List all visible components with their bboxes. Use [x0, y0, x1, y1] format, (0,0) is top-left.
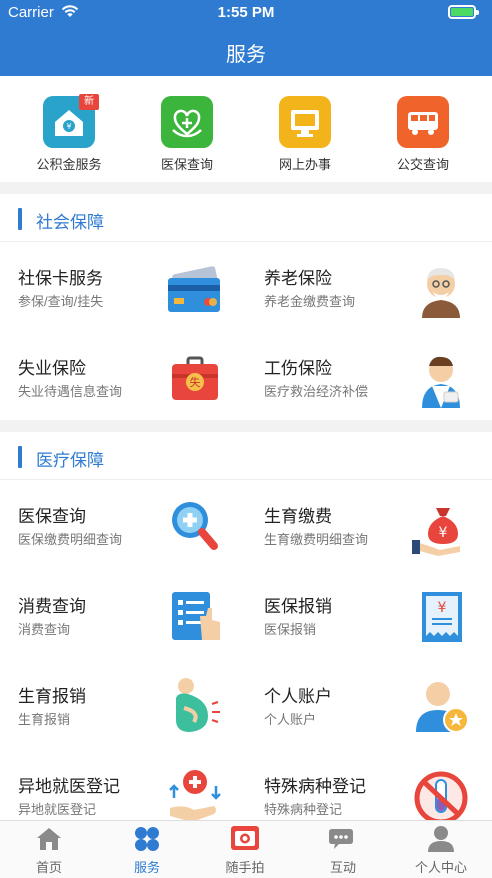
app-header: Carrier 1:55 PM 服务: [0, 0, 492, 76]
social-card-service[interactable]: 社保卡服务 参保/查询/挂失: [0, 242, 246, 332]
item-title: 医保查询: [18, 507, 86, 526]
item-title: 失业保险: [18, 359, 86, 378]
social-work-injury[interactable]: 工伤保险 医疗救治经济补偿: [246, 332, 492, 422]
item-subtitle: 医保缴费明细查询: [18, 532, 123, 547]
quick-online-affairs[interactable]: 网上办事: [260, 96, 350, 173]
housing-fund-icon: ¥ 新: [43, 94, 99, 148]
item-title: 个人账户: [264, 687, 332, 706]
tab-label: 个人中心: [414, 860, 467, 875]
status-bar: Carrier 1:55 PM: [0, 0, 492, 24]
quick-bus[interactable]: 公交查询: [378, 96, 468, 173]
item-title: 养老保险: [264, 269, 332, 288]
services-icon: [133, 825, 161, 853]
money-glyph: ¥: [439, 525, 448, 541]
item-subtitle: 个人账户: [264, 712, 317, 727]
injured-worker-icon: [410, 348, 472, 408]
item-subtitle: 生育报销: [18, 712, 71, 727]
tab-services[interactable]: 服务: [98, 825, 196, 876]
online-affairs-icon: [279, 96, 331, 148]
elderly-man-icon: [410, 258, 472, 318]
medical-reimbursement[interactable]: 医保报销 医保报销 ¥: [246, 570, 492, 660]
money-bag-icon: ¥: [410, 496, 472, 556]
item-title: 生育缴费: [264, 507, 332, 526]
medical-insurance-icon: [161, 96, 213, 148]
receipt-glyph: ¥: [438, 600, 447, 616]
social-pension[interactable]: 养老保险 养老金缴费查询: [246, 242, 492, 332]
page-title: 服务: [226, 44, 266, 66]
personal-account[interactable]: 个人账户 个人账户: [246, 660, 492, 750]
item-subtitle: 消费查询: [18, 622, 71, 637]
item-title: 消费查询: [18, 597, 86, 616]
receipt-icon: ¥: [410, 586, 472, 646]
tab-profile[interactable]: 个人中心: [392, 825, 490, 876]
bus-icon: [397, 96, 449, 148]
item-title: 生育报销: [18, 687, 86, 706]
quick-housing-fund[interactable]: ¥ 新 公积金服务: [24, 94, 114, 173]
section-header: 医疗保障: [0, 432, 492, 480]
document-hand-icon: [164, 586, 226, 646]
home-icon: [35, 825, 63, 853]
prohibited-tube-icon: [410, 766, 472, 826]
tab-label: 随手拍: [225, 860, 265, 875]
item-subtitle: 异地就医登记: [18, 802, 97, 817]
item-subtitle: 医疗救治经济补偿: [264, 384, 369, 399]
section-accent-bar: [18, 208, 22, 230]
svg-text:¥: ¥: [66, 122, 71, 131]
chat-icon: [329, 825, 357, 853]
briefcase-icon: 失: [164, 348, 226, 408]
social-security-section: 社会保障 社保卡服务 参保/查询/挂失 养老保险 养老金缴费查询 失业保险 失业…: [0, 194, 492, 420]
quick-label: 公交查询: [396, 157, 449, 172]
medical-security-section: 医疗保障 医保查询 医保缴费明细查询 生育缴费 生育缴费明细查询 ¥ 消费查询 …: [0, 432, 492, 825]
item-subtitle: 失业待遇信息查询: [18, 384, 123, 399]
tab-snapshot[interactable]: 随手拍: [196, 825, 294, 876]
section-accent-bar: [18, 446, 22, 468]
item-title: 特殊病种登记: [264, 777, 366, 796]
bank-card-icon: [164, 258, 226, 318]
quick-label: 网上办事: [278, 157, 331, 172]
tab-label: 互动: [329, 860, 356, 875]
section-header: 社会保障: [0, 194, 492, 242]
item-title: 医保报销: [264, 597, 332, 616]
user-star-icon: [410, 676, 472, 736]
medical-transfer-icon: [164, 766, 226, 826]
new-badge: 新: [79, 94, 99, 110]
section-title: 医疗保障: [36, 451, 104, 470]
medical-insurance-query[interactable]: 医保查询 医保缴费明细查询: [0, 480, 246, 570]
section-title: 社会保障: [36, 213, 104, 232]
magnifier-medical-icon: [164, 496, 226, 556]
item-title: 社保卡服务: [18, 269, 103, 288]
item-subtitle: 特殊病种登记: [264, 802, 343, 817]
quick-label: 公积金服务: [36, 157, 102, 172]
item-subtitle: 生育缴费明细查询: [264, 532, 369, 547]
pregnant-icon: [164, 676, 226, 736]
tab-label: 首页: [35, 860, 62, 875]
briefcase-glyph: 失: [190, 376, 201, 389]
maternity-payment[interactable]: 生育缴费 生育缴费明细查询 ¥: [246, 480, 492, 570]
consumption-query[interactable]: 消费查询 消费查询: [0, 570, 246, 660]
maternity-reimbursement[interactable]: 生育报销 生育报销: [0, 660, 246, 750]
item-subtitle: 参保/查询/挂失: [18, 294, 104, 309]
item-title: 工伤保险: [264, 359, 332, 378]
quick-label: 医保查询: [160, 157, 213, 172]
social-unemployment[interactable]: 失业保险 失业待遇信息查询 失: [0, 332, 246, 422]
tab-bar: 首页 服务 随手拍 互动 个人中心: [0, 820, 492, 878]
person-icon: [427, 825, 455, 853]
battery-icon: [448, 5, 479, 19]
item-subtitle: 医保报销: [264, 622, 317, 637]
item-title: 异地就医登记: [18, 777, 120, 796]
camera-icon: [231, 825, 259, 853]
tab-home[interactable]: 首页: [0, 825, 98, 876]
item-subtitle: 养老金缴费查询: [264, 294, 356, 309]
status-time: 1:55 PM: [217, 4, 275, 21]
quick-access-row: ¥ 新 公积金服务 医保查询 网上办事 公交查询: [0, 76, 492, 182]
quick-medical-insurance[interactable]: 医保查询: [142, 96, 232, 173]
tab-interaction[interactable]: 互动: [294, 825, 392, 876]
tab-label: 服务: [133, 860, 160, 875]
